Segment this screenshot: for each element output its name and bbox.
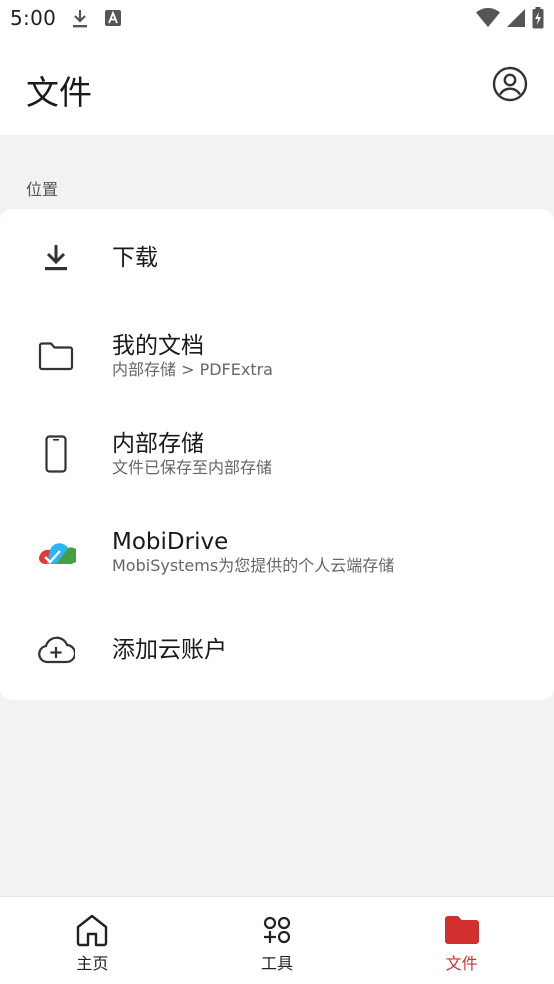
location-title: 添加云账户 [112,636,227,663]
nav-label-home: 主页 [76,954,109,973]
mobidrive-logo-icon [28,503,84,601]
location-subtitle: 文件已保存至内部存储 [112,458,273,478]
location-item-my-documents[interactable]: 我的文档 内部存储 > PDFExtra [0,307,554,405]
folder-filled-icon [444,913,480,947]
location-item-internal-storage[interactable]: 内部存储 文件已保存至内部存储 [0,405,554,503]
status-time: 5:00 [10,6,57,30]
location-item-add-cloud[interactable]: 添加云账户 [0,601,554,699]
nav-home[interactable]: 主页 [0,897,185,984]
status-bar: 5:00 [0,0,554,38]
location-item-downloads[interactable]: 下载 [0,209,554,307]
account-circle-icon [492,66,528,106]
nav-label-tools: 工具 [261,954,294,973]
location-title: 我的文档 [112,332,204,359]
cloud-add-icon [28,601,84,699]
location-subtitle: MobiSystems为您提供的个人云端存储 [112,556,395,576]
phone-icon [28,405,84,503]
home-icon [74,913,110,947]
signal-icon [506,8,526,32]
location-title: 内部存储 [112,430,204,457]
app-bar: 文件 [0,38,554,135]
locations-card: 下载 我的文档 内部存储 > PDFExtra 内部存储 文件已保存至内部存储 [0,209,554,700]
nav-files[interactable]: 文件 [369,897,554,984]
wifi-icon [476,8,500,32]
location-item-mobidrive[interactable]: MobiDrive MobiSystems为您提供的个人云端存储 [0,503,554,601]
location-title: MobiDrive [112,528,229,555]
location-subtitle: 内部存储 > PDFExtra [112,360,273,380]
status-icons [476,7,544,33]
download-icon [28,209,84,307]
folder-icon [28,307,84,405]
page-title: 文件 [26,73,92,112]
bottom-nav: 主页 工具 文件 [0,896,554,984]
download-icon [70,8,90,34]
section-label-locations: 位置 [26,180,59,199]
battery-charging-icon [532,7,544,33]
location-title: 下载 [112,244,158,271]
a-badge-icon [104,9,122,31]
tools-icon [259,913,295,947]
nav-tools[interactable]: 工具 [185,897,370,984]
account-button[interactable] [490,66,530,106]
nav-label-files: 文件 [445,954,478,973]
